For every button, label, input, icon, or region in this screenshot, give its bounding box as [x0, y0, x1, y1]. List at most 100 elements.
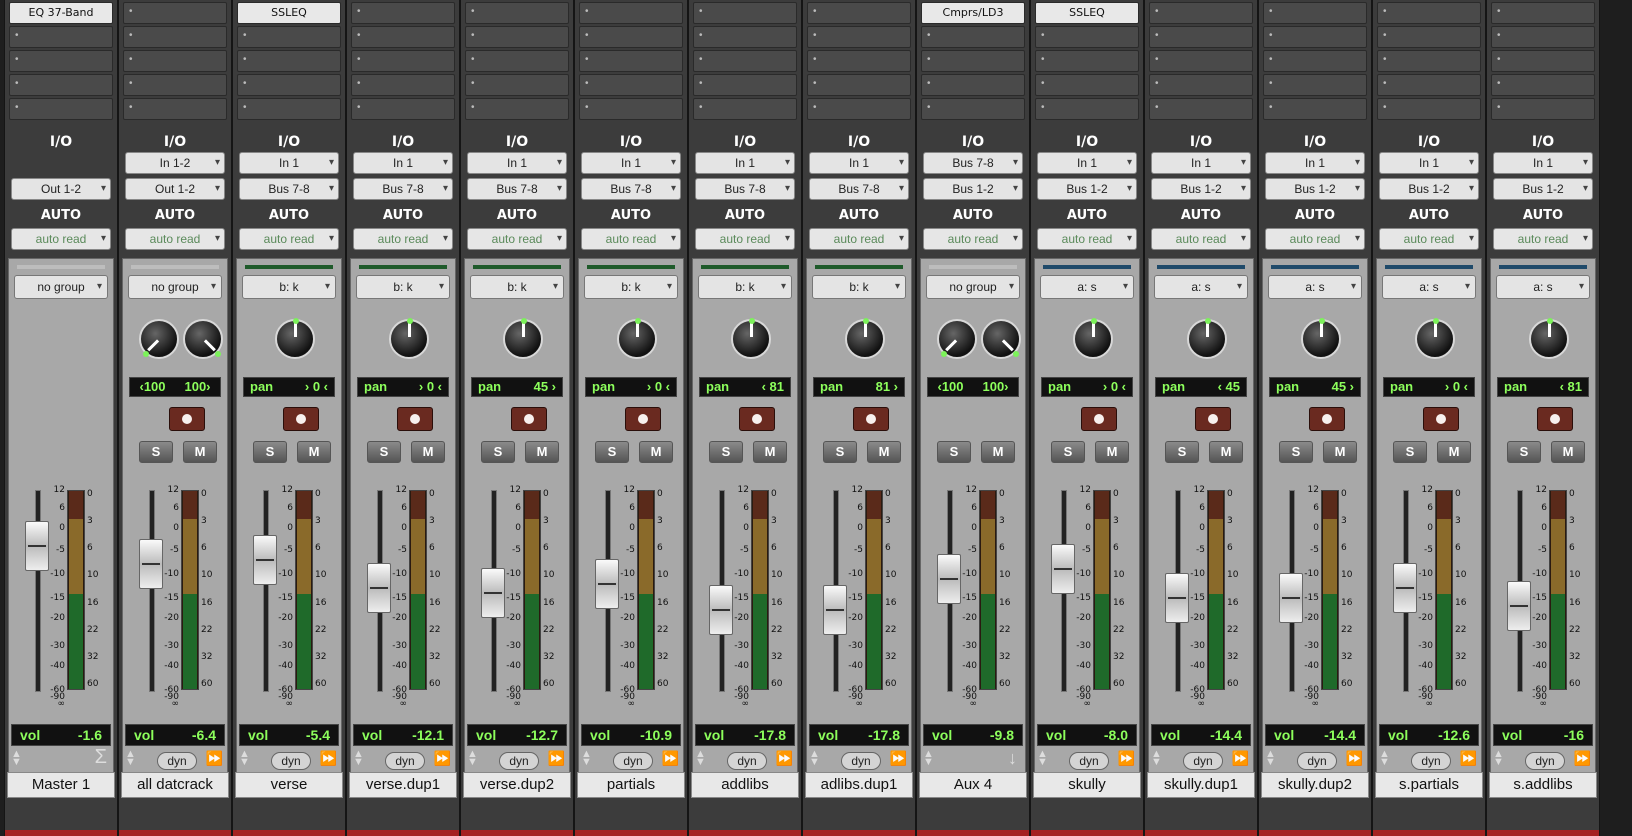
meter-scale-mark: 3 [1227, 516, 1233, 527]
fast-forward-icon[interactable]: ⏩ [320, 750, 337, 767]
reorder-arrows-icon[interactable]: ▲ ▼ [1265, 749, 1276, 768]
dyn-button[interactable]: dyn [1183, 752, 1223, 770]
dyn-button[interactable]: dyn [1297, 752, 1337, 770]
level-meter [979, 490, 997, 690]
meter-scale-mark: 32 [543, 651, 555, 662]
fader-scale-mark: 12 [1535, 485, 1547, 495]
down-arrow-icon[interactable]: ↓ [1008, 748, 1017, 769]
strip-bottom-bar [1031, 830, 1143, 836]
volume-fader-cap[interactable] [1507, 581, 1531, 631]
fast-forward-icon[interactable]: ⏩ [434, 750, 451, 767]
reorder-arrows-icon[interactable]: ▲ ▼ [809, 749, 820, 768]
volume-value: -17.8 [868, 727, 900, 743]
fast-forward-icon[interactable]: ⏩ [548, 750, 565, 767]
meter-low-segment [525, 593, 539, 689]
track-name[interactable]: verse [235, 772, 343, 798]
volume-value: -14.4 [1210, 727, 1242, 743]
volume-fader-cap[interactable] [1165, 573, 1189, 623]
track-name[interactable]: verse.dup2 [463, 772, 571, 798]
level-meter [1321, 490, 1339, 690]
track-name[interactable]: addlibs [691, 772, 799, 798]
dyn-button[interactable]: dyn [727, 752, 767, 770]
channel-strip: I/OIn 1-2Out 1-2AUTOauto readno group‹10… [118, 0, 232, 836]
volume-fader-cap[interactable] [1279, 573, 1303, 623]
dyn-button[interactable]: dyn [1069, 752, 1109, 770]
track-name[interactable]: partials [577, 772, 685, 798]
reorder-arrows-icon[interactable]: ▲ ▼ [1379, 749, 1390, 768]
meter-peak-segment [639, 491, 653, 519]
fast-forward-icon[interactable]: ⏩ [1346, 750, 1363, 767]
volume-fader-cap[interactable] [709, 585, 733, 635]
reorder-arrows-icon[interactable]: ▲ ▼ [1037, 749, 1048, 768]
fader-scale-mark: -15 [1076, 593, 1091, 603]
volume-fader-cap[interactable] [481, 568, 505, 619]
fast-forward-icon[interactable]: ⏩ [1574, 750, 1591, 767]
dyn-button[interactable]: dyn [385, 752, 425, 770]
fader-scale: 12 6 0 -5 -10 -15 -20 -30 -40 -60 -90 ∞ [723, 0, 749, 836]
volume-fader-cap[interactable] [1051, 544, 1075, 595]
fast-forward-icon[interactable]: ⏩ [776, 750, 793, 767]
meter-low-segment [1323, 593, 1337, 689]
volume-fader-cap[interactable] [937, 553, 961, 604]
track-name[interactable]: adlibs.dup1 [805, 772, 913, 798]
volume-fader-cap[interactable] [139, 539, 163, 590]
volume-display: vol -12.6 [1379, 724, 1479, 746]
fast-forward-icon[interactable]: ⏩ [1118, 750, 1135, 767]
meter-peak-segment [1095, 491, 1109, 519]
fast-forward-icon[interactable]: ⏩ [1232, 750, 1249, 767]
fader-scale-mark: -5 [968, 545, 977, 555]
fader-scale-mark: ∞ [171, 699, 180, 709]
volume-fader-cap[interactable] [595, 558, 619, 609]
fast-forward-icon[interactable]: ⏩ [206, 750, 223, 767]
fast-forward-icon[interactable]: ⏩ [662, 750, 679, 767]
volume-fader-cap[interactable] [823, 585, 847, 635]
meter-scale-mark: 6 [315, 543, 321, 554]
reorder-arrows-icon[interactable]: ▲ ▼ [923, 749, 934, 768]
reorder-arrows-icon[interactable]: ▲ ▼ [695, 749, 706, 768]
track-name[interactable]: Master 1 [7, 772, 115, 798]
dyn-button[interactable]: dyn [1411, 752, 1451, 770]
volume-fader-cap[interactable] [25, 520, 49, 571]
meter-scale-mark: 3 [1569, 516, 1575, 527]
meter-scale-mark: 22 [999, 624, 1011, 635]
reorder-arrows-icon[interactable]: ▲ ▼ [353, 749, 364, 768]
reorder-arrows-icon[interactable]: ▲ ▼ [125, 749, 136, 768]
track-name[interactable]: s.partials [1375, 772, 1483, 798]
dyn-button[interactable]: dyn [613, 752, 653, 770]
fast-forward-icon[interactable]: ⏩ [890, 750, 907, 767]
track-name[interactable]: skully.dup2 [1261, 772, 1369, 798]
dyn-button[interactable]: dyn [841, 752, 881, 770]
dyn-button[interactable]: dyn [157, 752, 197, 770]
meter-scale-mark: 0 [999, 489, 1005, 499]
meter-scale-mark: 22 [885, 624, 897, 635]
reorder-arrows-icon[interactable]: ▲ ▼ [1151, 749, 1162, 768]
meter-peak-segment [1209, 491, 1223, 519]
volume-fader-cap[interactable] [253, 534, 277, 585]
track-name[interactable]: skully [1033, 772, 1141, 798]
meter-mid-segment [981, 518, 995, 594]
meter-mid-segment [411, 518, 425, 594]
reorder-arrows-icon[interactable]: ▲ ▼ [467, 749, 478, 768]
reorder-arrows-icon[interactable]: ▲ ▼ [239, 749, 250, 768]
track-name[interactable]: skully.dup1 [1147, 772, 1255, 798]
volume-fader-cap[interactable] [367, 563, 391, 614]
fast-forward-icon[interactable]: ⏩ [1460, 750, 1477, 767]
channel-strip: I/OIn 1Bus 7-8AUTOauto readb: kpan› 0 ‹S… [574, 0, 688, 836]
track-name[interactable]: all datcrack [121, 772, 229, 798]
strip-bottom-bar [347, 830, 459, 836]
fader-scale-mark: -40 [1304, 661, 1319, 671]
track-name[interactable]: verse.dup1 [349, 772, 457, 798]
dyn-button[interactable]: dyn [1525, 752, 1565, 770]
reorder-arrows-icon[interactable]: ▲ ▼ [11, 749, 22, 768]
reorder-arrows-icon[interactable]: ▲ ▼ [1493, 749, 1504, 768]
fader-scale-mark: -5 [1424, 545, 1433, 555]
sigma-icon[interactable]: Σ [95, 746, 107, 769]
track-name[interactable]: Aux 4 [919, 772, 1027, 798]
meter-scale-mark: 22 [201, 624, 213, 635]
fader-scale: 12 6 0 -5 -10 -15 -20 -30 -40 -60 -90 ∞ [39, 0, 65, 836]
reorder-arrows-icon[interactable]: ▲ ▼ [581, 749, 592, 768]
track-name[interactable]: s.addlibs [1489, 772, 1597, 798]
dyn-button[interactable]: dyn [271, 752, 311, 770]
volume-fader-cap[interactable] [1393, 563, 1417, 614]
dyn-button[interactable]: dyn [499, 752, 539, 770]
